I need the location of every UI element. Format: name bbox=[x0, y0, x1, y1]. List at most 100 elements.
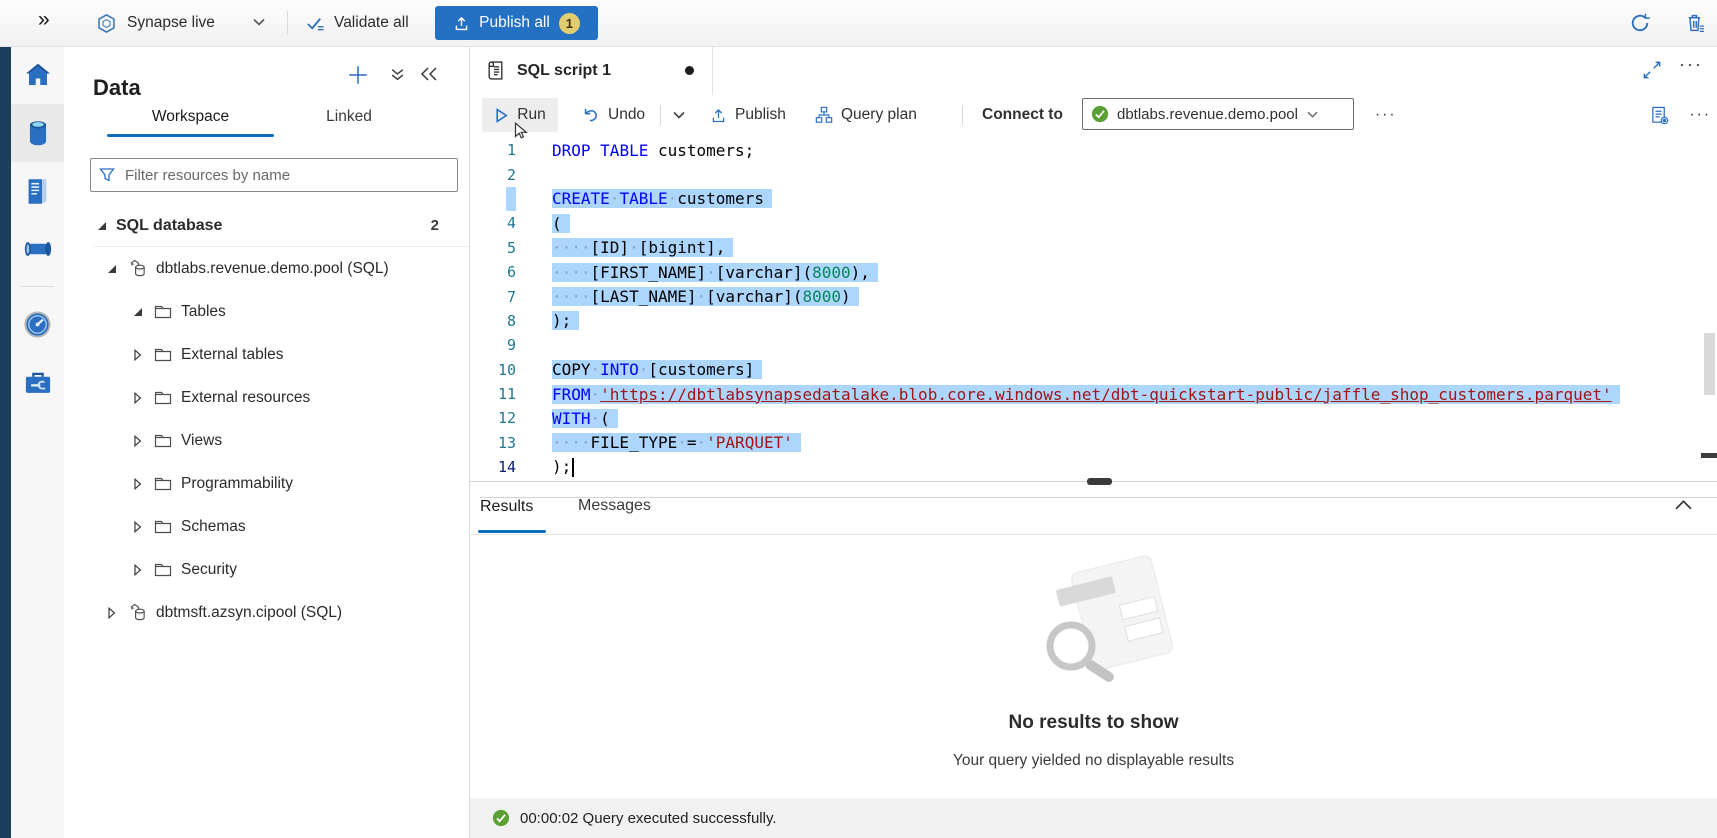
tree-collapsed-icon[interactable] bbox=[104, 607, 120, 619]
add-resource-button[interactable] bbox=[347, 64, 369, 86]
data-panel-tabs: Workspace Linked bbox=[64, 104, 469, 142]
code-line-6[interactable]: 6····[FIRST_NAME]·[varchar](8000), bbox=[470, 260, 1717, 284]
tree-collapsed-icon[interactable] bbox=[130, 349, 146, 361]
monitor-gauge-icon bbox=[23, 310, 52, 339]
code-line-4[interactable]: 4( bbox=[470, 211, 1717, 235]
code-text: FROM·'https://dbtlabsynapsedatalake.blob… bbox=[552, 385, 1620, 404]
query-status-text: 00:00:02 Query executed successfully. bbox=[520, 810, 777, 827]
sidebar-item-develop[interactable] bbox=[11, 162, 64, 220]
code-line-13[interactable]: 13····FILE_TYPE·=·'PARQUET' bbox=[470, 431, 1717, 455]
collapse-panel-icon[interactable] bbox=[420, 66, 438, 82]
code-line-5[interactable]: 5····[ID]·[bigint], bbox=[470, 236, 1717, 260]
sidebar-item-manage[interactable] bbox=[11, 353, 64, 411]
connect-to-label: Connect to bbox=[982, 95, 1063, 135]
code-line-1[interactable]: 1DROP TABLE customers; bbox=[470, 138, 1717, 162]
sidebar-item-integrate[interactable] bbox=[11, 220, 64, 278]
folder-icon bbox=[154, 304, 172, 319]
editor-scrollbar-thumb[interactable] bbox=[1704, 333, 1715, 395]
toolbar-more-actions[interactable]: ··· bbox=[1375, 95, 1397, 135]
code-line-10[interactable]: 10COPY·INTO·[customers] bbox=[470, 358, 1717, 382]
tree-expanded-icon[interactable] bbox=[104, 264, 120, 274]
tree-collapsed-icon[interactable] bbox=[130, 392, 146, 404]
validate-all-button[interactable]: Validate all bbox=[306, 0, 409, 46]
tab-sql-script-1[interactable]: SQL script 1 bbox=[470, 46, 713, 95]
editor-tab-strip: SQL script 1 ··· bbox=[470, 46, 1717, 96]
folder-icon bbox=[154, 390, 172, 405]
code-line-8[interactable]: 8); bbox=[470, 309, 1717, 333]
tree-item-label: dbtlabs.revenue.demo.pool (SQL) bbox=[156, 260, 389, 278]
publish-button[interactable]: Publish bbox=[710, 95, 786, 135]
properties-icon[interactable] bbox=[1650, 95, 1669, 135]
code-line-3[interactable]: 3CREATE·TABLE·customers bbox=[470, 187, 1717, 211]
tree-collapsed-icon[interactable] bbox=[130, 564, 146, 576]
query-plan-button[interactable]: Query plan bbox=[815, 95, 917, 135]
tree-item-external-resources[interactable]: External resources bbox=[64, 376, 469, 419]
collapse-results-chevron-icon[interactable] bbox=[1674, 498, 1693, 511]
tree-item-programmability[interactable]: Programmability bbox=[64, 462, 469, 505]
line-number: 1 bbox=[470, 141, 516, 159]
panel-title: Data bbox=[93, 75, 141, 101]
tree-collapsed-icon[interactable] bbox=[130, 478, 146, 490]
tree-item-dbtlabs-revenue-demo-pool-sql[interactable]: dbtlabs.revenue.demo.pool (SQL) bbox=[64, 247, 469, 290]
sidebar-item-data[interactable] bbox=[11, 104, 64, 162]
expand-editor-icon[interactable] bbox=[1643, 61, 1661, 79]
publish-all-button[interactable]: Publish all 1 bbox=[435, 6, 598, 40]
synapse-live-selector[interactable]: Synapse live bbox=[96, 0, 215, 46]
sidebar-item-home[interactable] bbox=[11, 46, 64, 104]
tree-item-security[interactable]: Security bbox=[64, 548, 469, 591]
double-chevron-down-icon[interactable] bbox=[389, 66, 406, 83]
sql-pool-icon bbox=[128, 603, 147, 622]
code-text: ( bbox=[552, 214, 570, 233]
line-number: 11 bbox=[470, 385, 516, 403]
panel-splitter-handle[interactable] bbox=[1087, 478, 1112, 485]
chevron-down-icon bbox=[1306, 110, 1319, 119]
discard-trash-icon[interactable] bbox=[1685, 12, 1707, 34]
editor-tab-title: SQL script 1 bbox=[517, 62, 611, 80]
expand-sidebar-button[interactable]: » bbox=[38, 8, 50, 32]
toolbar-divider bbox=[962, 105, 963, 125]
tree-expanded-icon[interactable] bbox=[94, 221, 110, 231]
tab-results[interactable]: Results bbox=[480, 497, 1717, 534]
tab-workspace[interactable]: Workspace bbox=[107, 108, 274, 126]
toolbar-overflow-actions[interactable]: ··· bbox=[1690, 95, 1712, 135]
tree-item-schemas[interactable]: Schemas bbox=[64, 505, 469, 548]
code-line-2[interactable]: 2 bbox=[470, 162, 1717, 186]
results-panel: Results Messages bbox=[470, 481, 1717, 838]
data-panel: Data Workspace Linked SQL database2 dbtla… bbox=[64, 46, 470, 838]
pool-dropdown[interactable]: dbtlabs.revenue.demo.pool bbox=[1082, 98, 1354, 130]
sql-script-icon bbox=[486, 60, 505, 81]
tree-item-views[interactable]: Views bbox=[64, 419, 469, 462]
code-line-9[interactable]: 9 bbox=[470, 333, 1717, 357]
tree-item-label: Schemas bbox=[181, 518, 246, 536]
filter-input[interactable] bbox=[123, 166, 449, 185]
line-number: 4 bbox=[470, 214, 516, 232]
run-options-chevron-icon[interactable] bbox=[672, 95, 686, 135]
tree-item-label: External resources bbox=[181, 389, 310, 407]
code-line-14[interactable]: 14); bbox=[470, 455, 1717, 479]
tree-item-external-tables[interactable]: External tables bbox=[64, 333, 469, 376]
tree-item-label: External tables bbox=[181, 346, 284, 364]
tree-item-dbtmsft-azsyn-cipool-sql[interactable]: dbtmsft.azsyn.cipool (SQL) bbox=[64, 591, 469, 634]
tree-collapsed-icon[interactable] bbox=[130, 435, 146, 447]
code-line-12[interactable]: 12WITH·( bbox=[470, 406, 1717, 430]
refresh-icon[interactable] bbox=[1629, 12, 1651, 34]
home-icon bbox=[23, 60, 53, 90]
folder-icon bbox=[154, 476, 172, 491]
code-line-11[interactable]: 11 FROM·'https://dbtlabsynapsedatalake.bl… bbox=[470, 382, 1717, 406]
undo-button[interactable]: Undo bbox=[582, 95, 645, 135]
sidebar-item-monitor[interactable] bbox=[11, 295, 64, 353]
unsaved-changes-dot bbox=[685, 66, 694, 75]
code-line-7[interactable]: 7····[LAST_NAME]·[varchar](8000) bbox=[470, 284, 1717, 308]
tree-item-tables[interactable]: Tables bbox=[64, 290, 469, 333]
code-text: ····[LAST_NAME]·[varchar](8000) bbox=[552, 287, 859, 306]
sql-editor[interactable]: 1DROP TABLE customers;23CREATE·TABLE·cus… bbox=[470, 135, 1717, 481]
tab-messages[interactable]: Messages bbox=[578, 497, 651, 515]
chevron-down-icon[interactable] bbox=[252, 17, 266, 27]
tree-expanded-icon[interactable] bbox=[130, 307, 146, 317]
tree-collapsed-icon[interactable] bbox=[130, 521, 146, 533]
tab-linked[interactable]: Linked bbox=[294, 108, 404, 126]
tree-item-sql-database[interactable]: SQL database2 bbox=[64, 204, 469, 247]
code-text bbox=[506, 187, 516, 211]
tab-more-actions[interactable]: ··· bbox=[1679, 54, 1703, 75]
collapsed-nav-strip bbox=[0, 46, 11, 838]
